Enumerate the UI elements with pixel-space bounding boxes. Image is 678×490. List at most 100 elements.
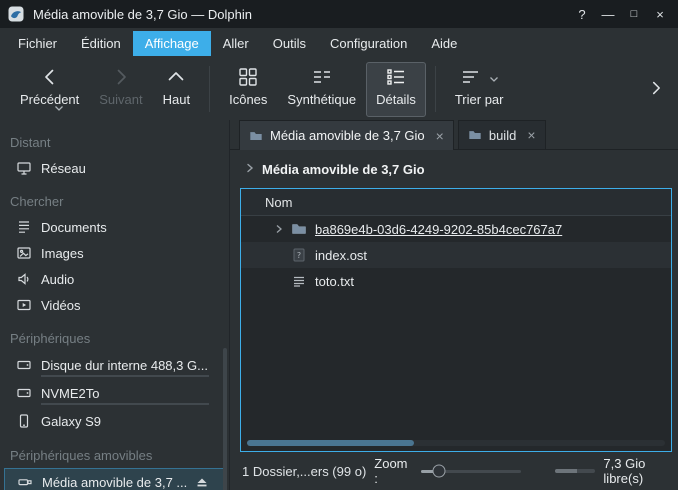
dolphin-window: Média amovible de 3,7 Gio — Dolphin ? — … [0, 0, 678, 490]
chevron-right-icon [110, 66, 132, 91]
compact-view-button[interactable]: Synthétique [277, 62, 366, 117]
chevron-right-icon [646, 78, 666, 101]
sidebar-item-label: Documents [41, 220, 107, 235]
sidebar-item-images[interactable]: Images [4, 240, 225, 266]
breadcrumb: Média amovible de 3,7 Gio [230, 150, 678, 188]
eject-icon[interactable] [194, 474, 210, 490]
column-header-nom[interactable]: Nom [265, 195, 292, 210]
file-row-folder[interactable]: ba869e4b-03d6-4249-9202-85b4cec767a7 [241, 216, 671, 242]
toolbar-separator [209, 66, 210, 112]
sidebar-item-reseau[interactable]: Réseau [4, 155, 225, 181]
details-view-button[interactable]: Détails [366, 62, 426, 117]
column-header-row: Nom [241, 189, 671, 216]
file-row-toto-txt[interactable]: toto.txt [241, 268, 671, 294]
details-view-icon [385, 66, 407, 91]
horizontal-scrollbar[interactable] [247, 440, 665, 446]
menu-affichage[interactable]: Affichage [133, 31, 211, 56]
audio-icon [16, 271, 32, 287]
titlebar: Média amovible de 3,7 Gio — Dolphin ? — … [0, 0, 678, 28]
chevron-left-icon [39, 66, 61, 91]
tab-build[interactable]: build × [458, 120, 546, 149]
sidebar-item-nvme2to[interactable]: NVME2To [4, 379, 225, 407]
sidebar-item-media-amovible[interactable]: Média amovible de 3,7 ... [4, 468, 225, 490]
videos-icon [16, 297, 32, 313]
zoom-label: Zoom : [374, 456, 412, 486]
forward-button[interactable]: Suivant [89, 62, 152, 117]
sidebar-item-disque-interne[interactable]: Disque dur interne 488,3 G... [4, 351, 225, 379]
minimize-button[interactable]: — [598, 4, 618, 24]
zoom-slider[interactable] [421, 463, 521, 479]
sort-by-button[interactable]: Trier par [445, 62, 514, 117]
icons-view-icon [237, 66, 259, 91]
file-name: ba869e4b-03d6-4249-9202-85b4cec767a7 [315, 222, 562, 237]
back-label: Précédent [20, 92, 79, 107]
back-button[interactable]: Précédent [10, 62, 89, 117]
file-view: Nom ba869e4b-03d6-4249-9202-85b4cec767a7 [240, 188, 672, 452]
maximize-button[interactable]: □ [624, 4, 644, 24]
compact-view-icon [311, 66, 333, 91]
tab-media-amovible[interactable]: Média amovible de 3,7 Gio × [239, 120, 454, 150]
expander-icon[interactable] [273, 223, 285, 235]
sidebar-item-label: Audio [41, 272, 74, 287]
file-row-index-ost[interactable]: ? index.ost [241, 242, 671, 268]
breadcrumb-item[interactable]: Média amovible de 3,7 Gio [262, 162, 425, 177]
menu-aide[interactable]: Aide [419, 31, 469, 56]
sidebar-item-audio[interactable]: Audio [4, 266, 225, 292]
menu-aller[interactable]: Aller [211, 31, 261, 56]
sort-by-label: Trier par [455, 92, 504, 107]
zoom-slider-handle[interactable] [432, 465, 445, 478]
chevron-up-icon [165, 66, 187, 91]
caret-down-icon [489, 71, 499, 86]
folder-icon [468, 128, 482, 142]
menu-fichier[interactable]: Fichier [6, 31, 69, 56]
status-summary: 1 Dossier,...ers (99 o) [242, 464, 366, 479]
sidebar-item-label: Disque dur interne 488,3 G... [41, 358, 208, 373]
toolbar-overflow-button[interactable] [646, 78, 668, 101]
sidebar-item-label: Média amovible de 3,7 ... [42, 475, 187, 490]
sidebar-item-label: NVME2To [41, 386, 100, 401]
places-panel: Distant Réseau Chercher Documents [0, 120, 230, 490]
dolphin-app-icon [8, 6, 24, 22]
menu-edition[interactable]: Édition [69, 31, 133, 56]
sidebar-item-label: Images [41, 246, 84, 261]
harddisk-icon [16, 357, 32, 373]
close-button[interactable]: × [650, 4, 670, 24]
sidebar-scrollbar-thumb[interactable] [223, 348, 227, 490]
svg-text:?: ? [297, 251, 301, 260]
horizontal-scrollbar-thumb[interactable] [247, 440, 414, 446]
images-icon [16, 245, 32, 261]
sidebar-item-galaxy-s9[interactable]: Galaxy S9 [4, 407, 225, 435]
usb-icon [17, 474, 33, 490]
sidebar-item-documents[interactable]: Documents [4, 214, 225, 240]
menu-configuration[interactable]: Configuration [318, 31, 419, 56]
compact-view-label: Synthétique [287, 92, 356, 107]
chevron-right-icon [244, 162, 256, 177]
capacity-bar [41, 375, 209, 377]
menubar: Fichier Édition Affichage Aller Outils C… [0, 28, 678, 58]
file-name: toto.txt [315, 274, 354, 289]
text-file-icon [291, 273, 307, 289]
capacity-bar [41, 403, 209, 405]
sidebar-item-videos[interactable]: Vidéos [4, 292, 225, 318]
tab-bar: Média amovible de 3,7 Gio × build × [230, 120, 678, 150]
tab-label: Média amovible de 3,7 Gio [270, 128, 425, 143]
harddisk-icon [16, 385, 32, 401]
window-title: Média amovible de 3,7 Gio — Dolphin [33, 7, 252, 22]
free-space-label: 7,3 Gio libre(s) [603, 456, 668, 486]
sidebar-item-label: Réseau [41, 161, 86, 176]
tab-close-icon[interactable]: × [436, 128, 444, 144]
tab-close-icon[interactable]: × [527, 127, 535, 143]
up-button[interactable]: Haut [153, 62, 200, 117]
menu-outils[interactable]: Outils [261, 31, 318, 56]
forward-label: Suivant [99, 92, 142, 107]
unknown-file-icon: ? [291, 247, 307, 263]
status-bar: 1 Dossier,...ers (99 o) Zoom : 7,3 Gio l… [230, 452, 678, 490]
sort-icon [460, 66, 482, 91]
help-button[interactable]: ? [572, 4, 592, 24]
places-section-amovibles: Périphériques amovibles [10, 447, 229, 465]
places-section-distant: Distant [10, 134, 229, 152]
places-section-chercher: Chercher [10, 193, 229, 211]
file-name: index.ost [315, 248, 367, 263]
free-space-fill [555, 469, 577, 473]
icons-view-button[interactable]: Icônes [219, 62, 277, 117]
